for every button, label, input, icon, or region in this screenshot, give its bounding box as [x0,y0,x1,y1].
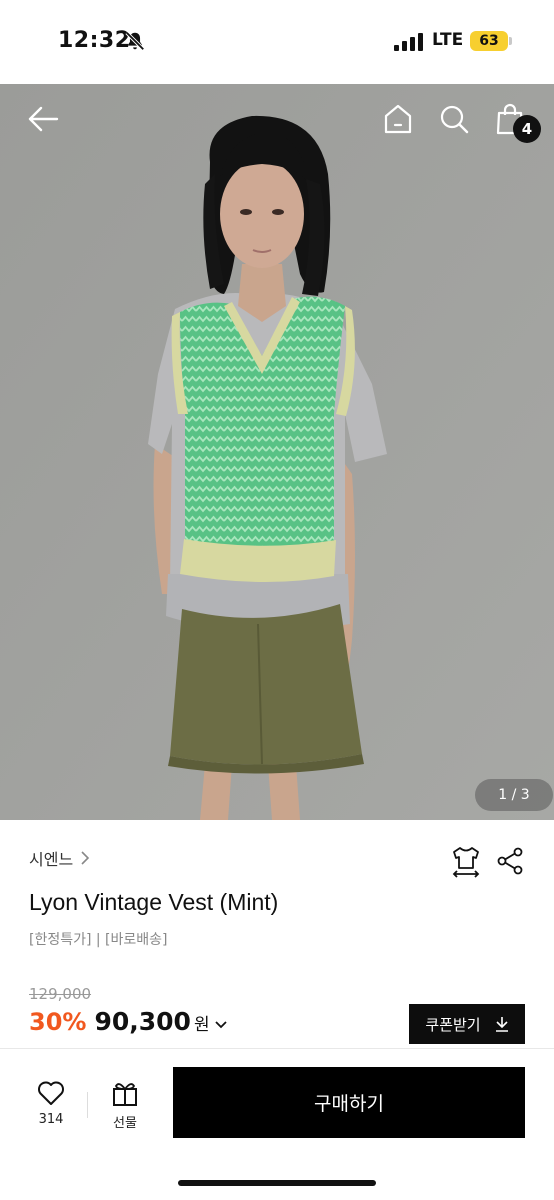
bell-muted-icon [125,31,145,51]
search-button[interactable] [434,99,474,139]
original-price: 129,000 [29,985,92,1003]
home-button[interactable] [378,99,418,139]
chevron-right-icon [81,851,90,865]
search-icon [440,105,469,134]
back-button[interactable] [23,99,63,139]
home-indicator [178,1180,376,1186]
home-icon [384,104,412,134]
battery-tip [509,37,512,45]
like-button[interactable]: 314 [28,1078,74,1132]
battery-indicator: 63 [470,31,508,51]
product-image-gallery[interactable]: 1 / 3 [0,84,554,820]
product-photo [0,84,554,820]
share-icon[interactable] [496,847,524,875]
brand-name: 시엔느 [29,850,74,869]
currency-label: 원 [193,1015,210,1035]
network-label: LTE [432,30,464,50]
product-title: Lyon Vintage Vest (Mint) [29,889,279,915]
discount-rate: 30% [29,1008,87,1036]
chevron-down-icon [214,1021,227,1029]
price-row[interactable]: 30% 90,300 원 [29,1007,228,1036]
buy-label: 구매하기 [314,1093,384,1115]
sale-price: 90,300 [94,1007,191,1036]
gift-button[interactable]: 선물 [100,1078,150,1132]
status-bar: 12:32 LTE 63 [0,0,554,84]
heart-icon [38,1081,64,1105]
arrow-left-icon [28,106,59,132]
cart-count-badge[interactable]: 4 [513,115,541,143]
status-time: 12:32 [58,28,131,53]
bottom-divider [87,1092,88,1118]
like-count: 314 [38,1112,64,1127]
brand-link[interactable]: 시엔느 [29,846,91,870]
image-page-counter: 1 / 3 [475,779,553,811]
buy-now-button[interactable]: 구매하기 [173,1067,525,1138]
gift-label: 선물 [113,1116,137,1131]
size-guide-icon[interactable] [450,846,482,878]
coupon-label: 쿠폰받기 [425,1015,481,1034]
product-tags: [한정특가] | [바로배송] [29,932,168,948]
gift-icon [113,1083,137,1106]
signal-icon [394,33,423,51]
download-icon [495,1017,508,1032]
coupon-download-button[interactable]: 쿠폰받기 [409,1004,525,1044]
